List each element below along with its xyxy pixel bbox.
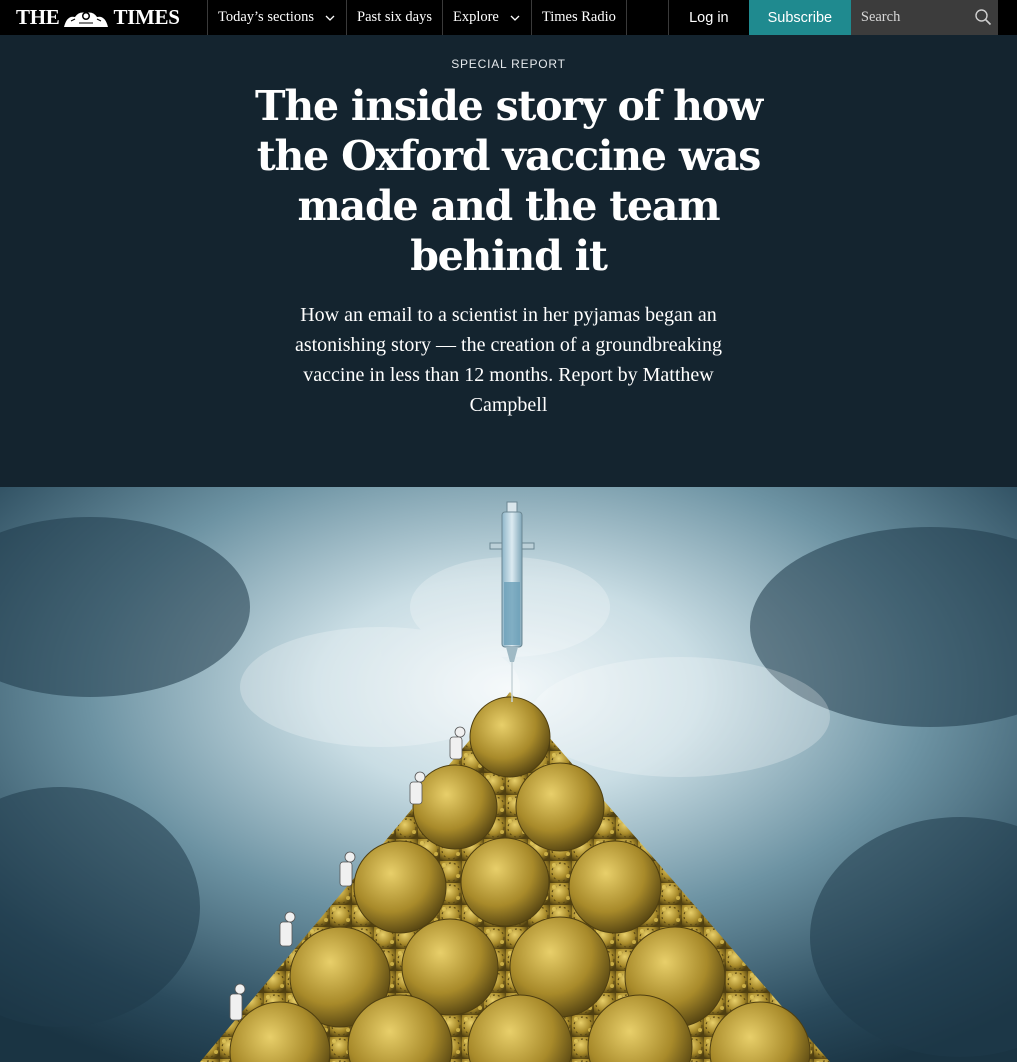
search-input[interactable] <box>860 9 966 26</box>
login-button[interactable]: Log in <box>669 0 749 35</box>
nav-item-label: Times Radio <box>541 9 616 25</box>
nav-item-label: Explore <box>452 9 499 25</box>
logo-text-times: TIMES <box>113 5 180 29</box>
chevron-down-icon <box>510 15 520 21</box>
article-headline: The inside story of how the Oxford vacci… <box>255 82 763 280</box>
logo-text-the: THE <box>16 5 60 29</box>
chevron-down-icon <box>325 15 335 21</box>
nav-item-times-radio[interactable]: Times Radio <box>530 0 626 35</box>
search-icon[interactable] <box>974 8 992 26</box>
section-kicker: SPECIAL REPORT <box>451 57 566 71</box>
times-logo[interactable]: THE TIMES <box>0 0 207 35</box>
nav-item-todays-sections[interactable]: Today’s sections <box>207 0 346 35</box>
nav-item-past-six-days[interactable]: Past six days <box>346 0 442 35</box>
nav-item-explore[interactable]: Explore <box>441 0 531 35</box>
crest-icon <box>64 11 109 27</box>
nav-item-label: Today’s sections <box>218 9 315 25</box>
nav-divider <box>625 0 669 35</box>
top-navigation: THE TIMES Today’s sections Past six days… <box>0 0 1017 35</box>
hero-illustration <box>0 487 1017 1062</box>
article-header: SPECIAL REPORT The inside story of how t… <box>0 35 1017 487</box>
search-box <box>850 0 998 35</box>
subscribe-button[interactable]: Subscribe <box>748 0 851 35</box>
nav-item-label: Past six days <box>357 9 432 25</box>
vaccine-pyramid-image <box>0 487 1017 1062</box>
article-standfirst: How an email to a scientist in her pyjam… <box>294 304 723 416</box>
